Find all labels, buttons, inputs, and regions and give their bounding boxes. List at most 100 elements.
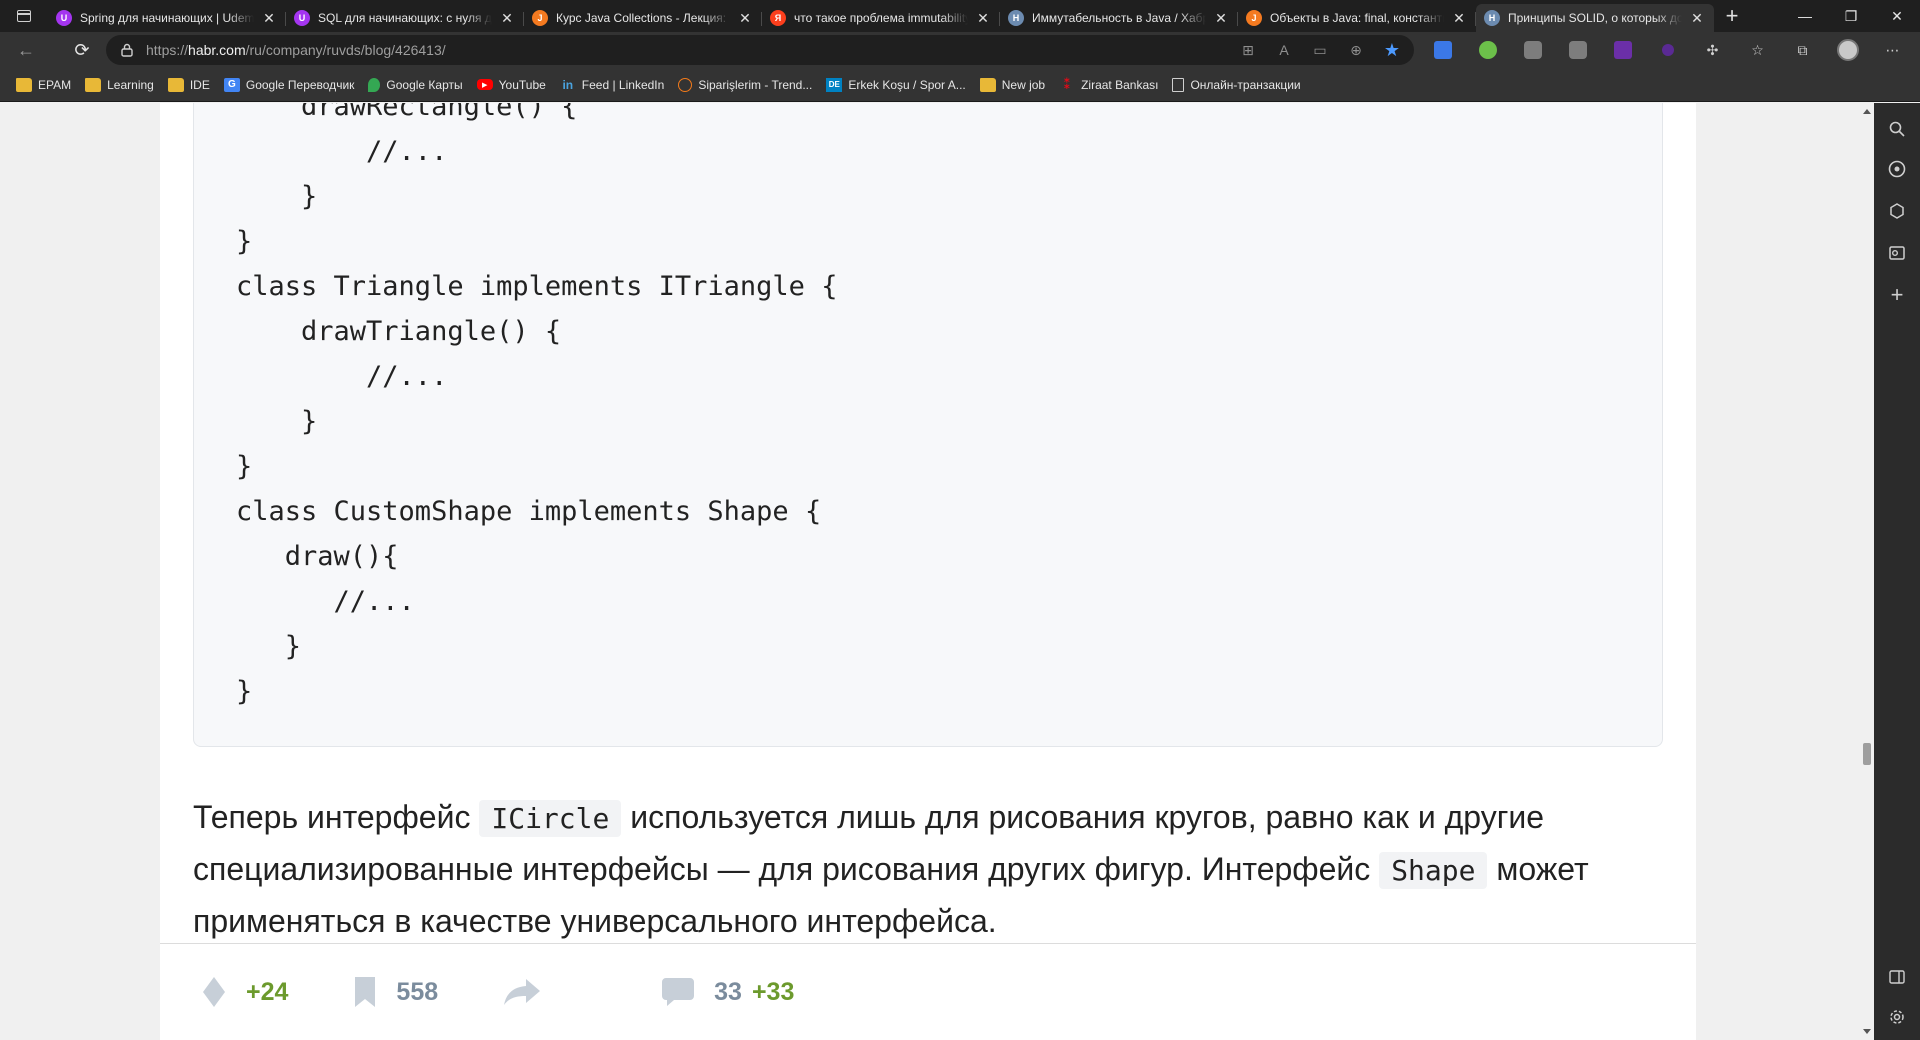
lock-icon[interactable] (112, 35, 142, 65)
page-scrollbar[interactable] (1860, 103, 1874, 1040)
green-extension-icon[interactable] (1465, 32, 1510, 68)
sidebar-games-icon[interactable] (1885, 199, 1909, 223)
bookmark-widget[interactable]: 558 (352, 975, 438, 1009)
bookmark-item[interactable]: G Google Переводчик (218, 72, 361, 98)
folder-icon (167, 77, 184, 92)
sidebar-settings-gear-icon[interactable] (1885, 1005, 1909, 1029)
code-line: drawRectangle() { (236, 103, 578, 122)
linkedin-icon: in (562, 77, 574, 92)
new-comments-count: +33 (751, 977, 795, 1006)
bookmark-item[interactable]: Онлайн-транзакции (1166, 72, 1306, 98)
sidebar-hide-icon[interactable] (1885, 965, 1909, 989)
back-button[interactable]: ← (8, 34, 44, 66)
tab-close-icon[interactable]: ✕ (1212, 9, 1230, 27)
tab-yandex[interactable]: Ячто такое проблема immutability ✕ (762, 4, 1000, 32)
tab-close-icon[interactable]: ✕ (260, 9, 278, 27)
address-bar-icons: ⊞ A ▭ ⊕ ★ (1234, 35, 1406, 65)
scrollbar-thumb[interactable] (1863, 743, 1871, 765)
sidebar-outlook-icon[interactable] (1885, 241, 1909, 265)
bookmark-label: Ziraat Bankası (1081, 77, 1159, 92)
yandex-favicon-icon: Я (770, 10, 786, 26)
tab-title: Курс Java Collections - Лекция: Что тако… (556, 11, 730, 25)
bookmark-label: IDE (189, 77, 210, 92)
tab-actions-button[interactable] (0, 0, 48, 32)
scroll-up-arrow-icon[interactable] (1863, 109, 1871, 114)
habr-favicon-icon: H (1008, 10, 1024, 26)
code-line: //... (236, 136, 448, 167)
bookmark-label: Онлайн-транзакции (1190, 77, 1301, 92)
inline-code-shape: Shape (1379, 852, 1488, 889)
bookmark-item[interactable]: IDE (162, 72, 216, 98)
code-line: class Triangle implements ITriangle { (236, 271, 838, 302)
extension-icon-4[interactable] (1555, 32, 1600, 68)
tab-habr[interactable]: H Принципы SOLID, о которых должен знать ✕ (1476, 4, 1714, 32)
tab-title: SQL для начинающих: с нуля до сертификат… (318, 11, 492, 25)
app-available-icon[interactable]: ⊞ (1234, 36, 1262, 64)
url-host: habr.com (188, 42, 246, 58)
comments-widget[interactable]: 33 +33 (660, 976, 794, 1008)
decathlon-icon: DE (826, 77, 843, 92)
zoom-icon[interactable]: ⊕ (1342, 36, 1370, 64)
sidebar-copilot-icon[interactable] (1885, 157, 1909, 181)
immersive-reader-icon[interactable]: ▭ (1306, 36, 1334, 64)
bookmark-label: Google Переводчик (245, 77, 355, 92)
extension-icon-3[interactable] (1510, 32, 1555, 68)
window-controls: — ❐ ✕ (1782, 0, 1920, 32)
tab-udemy[interactable]: U SQL для начинающих: с нуля до сертифика… (286, 4, 524, 32)
edge-sidebar: + (1874, 103, 1920, 1040)
bookmark-item[interactable]: Learning (79, 72, 160, 98)
bookmark-item[interactable]: New job (974, 72, 1051, 98)
code-line: } (236, 451, 253, 482)
url-text[interactable]: https://habr.com/ru/company/ruvds/blog/4… (146, 42, 446, 58)
code-line: drawTriangle() { (236, 316, 562, 347)
paragraph-text-1: Теперь интерфейс (193, 799, 480, 835)
bookmark-label: EPAM (38, 77, 72, 92)
purple-extension-icon[interactable] (1600, 32, 1645, 68)
scroll-down-arrow-icon[interactable] (1863, 1029, 1871, 1034)
address-bar[interactable]: https://habr.com/ru/company/ruvds/blog/4… (106, 35, 1414, 65)
bookmark-item[interactable]: ⁑ Ziraat Bankası (1053, 72, 1164, 98)
read-aloud-icon[interactable]: A (1270, 36, 1298, 64)
folder-icon (85, 77, 102, 92)
sidebar-search-icon[interactable] (1885, 117, 1909, 141)
favorites-icon[interactable]: ☆ (1735, 32, 1780, 68)
rating-widget[interactable]: +24 (200, 975, 288, 1009)
translate-extension-icon[interactable] (1420, 32, 1465, 68)
folder-icon (16, 77, 32, 92)
tab-close-icon[interactable]: ✕ (736, 9, 754, 27)
bookmark-label: Google Карты (386, 77, 463, 92)
tab-habr[interactable]: H Иммутабельность в Java / Хабр ✕ (1000, 4, 1238, 32)
bookmark-item[interactable]: in Feed | LinkedIn (554, 72, 671, 98)
new-tab-button[interactable]: + (1714, 0, 1750, 32)
sidebar-add-icon[interactable]: + (1885, 282, 1909, 307)
tab-udemy[interactable]: U Spring для начинающих | Udemy ✕ (48, 4, 286, 32)
bookmark-item[interactable]: DE Erkek Koşu / Spor A... (820, 72, 971, 98)
trendyol-icon (678, 77, 693, 92)
bookmarks-count: 558 (396, 977, 439, 1006)
refresh-button[interactable]: ⟳ (64, 34, 100, 66)
favorite-star-icon[interactable]: ★ (1378, 36, 1406, 64)
minimize-button[interactable]: — (1782, 0, 1828, 32)
purple-dot-extension-icon[interactable] (1645, 32, 1690, 68)
tab-javarush[interactable]: J Курс Java Collections - Лекция: Что так… (524, 4, 762, 32)
extensions-puzzle-icon[interactable]: ✣ (1690, 32, 1735, 68)
close-window-button[interactable]: ✕ (1874, 0, 1920, 32)
bookmark-label: Erkek Koşu / Spor A... (848, 77, 966, 92)
restore-button[interactable]: ❐ (1828, 0, 1874, 32)
share-button[interactable] (502, 977, 560, 1007)
profile-avatar[interactable] (1825, 32, 1870, 68)
navigation-toolbar: ← ⟳ https://habr.com/ru/company/ruvds/bl… (0, 32, 1920, 68)
settings-more-icon[interactable]: ⋯ (1870, 32, 1915, 68)
tab-javarush[interactable]: J Объекты в Java: final, константы ✕ (1238, 4, 1476, 32)
bookmark-item[interactable]: ▶ YouTube (471, 72, 552, 98)
tab-close-icon[interactable]: ✕ (974, 9, 992, 27)
tab-close-icon[interactable]: ✕ (1688, 9, 1706, 27)
tab-title: Принципы SOLID, о которых должен знать (1508, 11, 1682, 25)
tab-strip: U Spring для начинающих | Udemy ✕ U SQL для … (0, 0, 1920, 32)
bookmark-item[interactable]: Siparişlerim - Trend... (672, 72, 818, 98)
tab-close-icon[interactable]: ✕ (498, 9, 516, 27)
collections-icon[interactable]: ⧉ (1780, 32, 1825, 68)
bookmark-item[interactable]: EPAM (10, 72, 77, 98)
tab-close-icon[interactable]: ✕ (1450, 9, 1468, 27)
bookmark-item[interactable]: Google Карты (362, 72, 468, 98)
